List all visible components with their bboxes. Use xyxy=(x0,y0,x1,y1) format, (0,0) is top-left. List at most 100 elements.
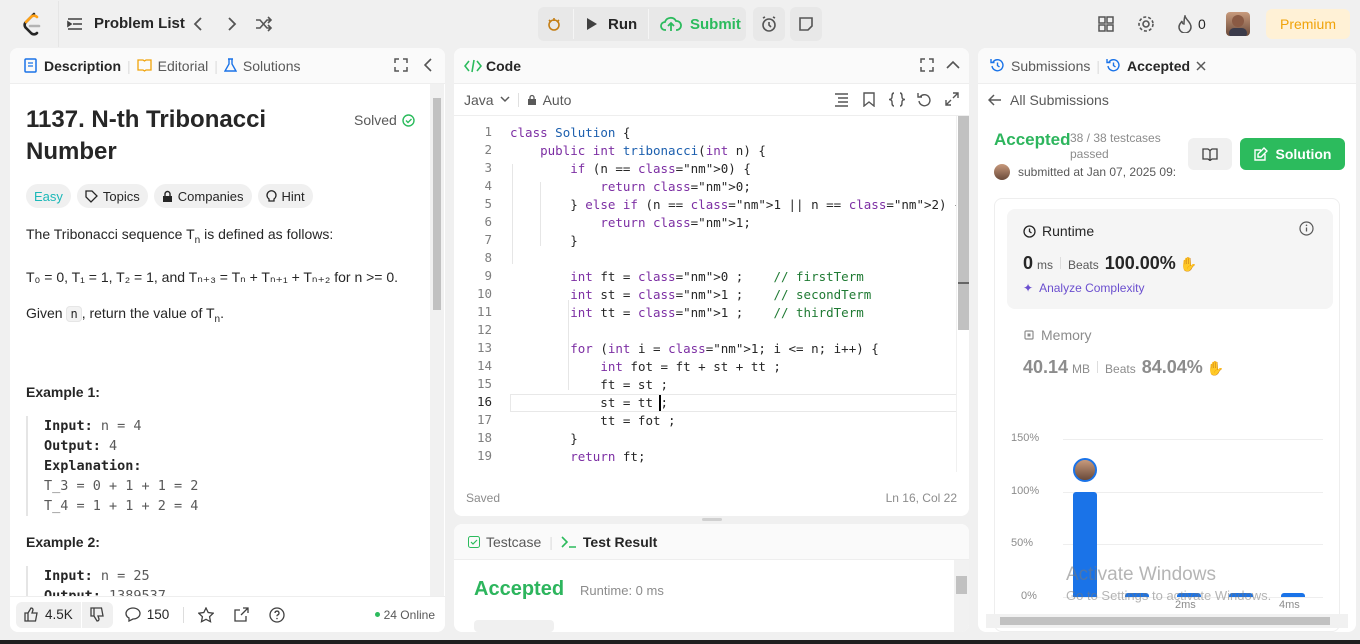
collapse-up-icon[interactable] xyxy=(946,60,960,69)
timer-icon[interactable] xyxy=(753,7,785,41)
code-line[interactable]: 6 return class="nm">1; xyxy=(454,214,954,232)
test-scrollbar[interactable] xyxy=(954,560,969,632)
tab-description[interactable]: Description xyxy=(24,58,121,74)
like-button[interactable]: 4.5K xyxy=(16,601,81,628)
help-icon[interactable] xyxy=(269,606,285,623)
share-icon[interactable] xyxy=(234,607,249,622)
code-line[interactable]: 19 return ft; xyxy=(454,448,954,466)
reset-icon[interactable] xyxy=(917,92,932,107)
collapse-left-icon[interactable] xyxy=(424,58,432,72)
editorial-book-button[interactable] xyxy=(1188,138,1232,170)
line-number: 3 xyxy=(484,160,492,175)
bookmark-icon[interactable] xyxy=(863,92,875,107)
comments-button[interactable]: 150 xyxy=(125,607,169,622)
code-line[interactable]: 4 return class="nm">0; xyxy=(454,178,954,196)
document-icon xyxy=(24,58,37,73)
run-label: Run xyxy=(608,15,638,33)
premium-button[interactable]: Premium xyxy=(1266,9,1350,39)
streak-flame-icon[interactable] xyxy=(1176,14,1194,34)
code-line[interactable]: 8 xyxy=(454,250,954,268)
resize-handle[interactable] xyxy=(702,518,722,521)
line-number: 15 xyxy=(476,376,492,391)
text-cursor xyxy=(659,395,661,411)
braces-icon[interactable] xyxy=(888,92,906,107)
tab-editorial[interactable]: Editorial xyxy=(137,58,208,74)
hint-tag[interactable]: Hint xyxy=(257,184,313,208)
code-line[interactable]: 10 int st = class="nm">1 ; // secondTerm xyxy=(454,286,954,304)
format-icon[interactable] xyxy=(834,93,849,107)
fullscreen-icon[interactable] xyxy=(945,92,959,106)
language-select[interactable]: Java xyxy=(464,92,510,108)
description-scrollbar[interactable] xyxy=(430,84,444,596)
line-number: 11 xyxy=(476,304,492,319)
layout-icon[interactable] xyxy=(1096,14,1116,34)
runtime-beats: 100.00% xyxy=(1104,253,1176,273)
avatar xyxy=(994,164,1010,180)
expand-icon[interactable] xyxy=(920,58,934,72)
watermark-subtitle: Go to Settings to activate Windows. xyxy=(1066,588,1272,603)
info-icon[interactable] xyxy=(1299,221,1314,236)
tab-testcase-label: Testcase xyxy=(486,533,542,550)
code-line[interactable]: 18 } xyxy=(454,430,954,448)
close-icon[interactable] xyxy=(1196,60,1206,71)
avatar[interactable] xyxy=(1226,12,1250,36)
leetcode-logo-icon[interactable] xyxy=(22,12,42,36)
code-tab-label[interactable]: Code xyxy=(486,58,521,74)
code-line[interactable]: 13 for (int i = class="nm">1; i <= n; i+… xyxy=(454,340,954,358)
back-to-submissions[interactable]: All Submissions xyxy=(988,92,1109,108)
tab-solutions[interactable]: Solutions xyxy=(223,58,300,74)
chevron-right-icon[interactable] xyxy=(224,14,240,34)
code-line[interactable]: 14 int fot = ft + st + tt ; xyxy=(454,358,954,376)
code-text: class Solution { xyxy=(510,125,631,140)
auto-mode[interactable]: Auto xyxy=(527,92,571,108)
code-line[interactable]: 2 public int tribonacci(int n) { xyxy=(454,142,954,160)
solution-button[interactable]: Solution xyxy=(1240,138,1345,170)
tribonacci-formula: T₀ = 0, T₁ = 1, T₂ = 1, and Tₙ₊₃ = Tₙ + … xyxy=(26,268,399,285)
tab-test-result[interactable]: Test Result xyxy=(561,534,657,550)
terminal-icon xyxy=(561,535,576,548)
distribution-bar[interactable] xyxy=(1281,593,1305,597)
topics-tag[interactable]: Topics xyxy=(76,184,148,208)
tab-submissions[interactable]: Submissions xyxy=(990,58,1090,74)
code-line[interactable]: 5 } else if (n == class="nm">1 || n == c… xyxy=(454,196,961,214)
code-editor[interactable]: 1 class Solution {2 public int tribonacci… xyxy=(454,116,969,472)
back-label: All Submissions xyxy=(1010,92,1109,108)
submit-button[interactable]: Submit xyxy=(652,9,744,39)
run-button[interactable]: Run xyxy=(578,9,646,39)
shuffle-icon[interactable] xyxy=(254,14,274,34)
star-icon[interactable] xyxy=(198,606,215,623)
example-1-block: Input: n = 4 Output: 4 Explanation: T_3 … xyxy=(26,415,421,516)
expand-icon[interactable] xyxy=(394,58,408,72)
code-line[interactable]: 17 tt = fot ; xyxy=(454,412,954,430)
code-line[interactable]: 9 int ft = class="nm">0 ; // firstTerm xyxy=(454,268,954,286)
code-line[interactable]: 11 int tt = class="nm">1 ; // thirdTerm xyxy=(454,304,954,322)
lock-icon xyxy=(527,94,536,105)
code-line[interactable]: 16 st = tt ; xyxy=(454,394,954,412)
notes-icon[interactable] xyxy=(790,7,822,41)
editor-scrollbar[interactable] xyxy=(956,116,969,472)
companies-tag[interactable]: Companies xyxy=(153,184,252,208)
memory-card[interactable]: Memory 40.14 MB Beats 84.04% ✋ xyxy=(1007,321,1333,391)
analyze-complexity-link[interactable]: ✦ Analyze Complexity xyxy=(1023,281,1144,295)
difficulty-tag[interactable]: Easy xyxy=(26,184,71,208)
code-line[interactable]: 12 xyxy=(454,322,954,340)
problem-list-link[interactable]: Problem List xyxy=(94,15,185,32)
memory-value: 40.14 xyxy=(1023,357,1069,377)
tab-testcase[interactable]: Testcase xyxy=(468,534,541,550)
code-line[interactable]: 1 class Solution { xyxy=(454,124,954,142)
code-line[interactable]: 15 ft = st ; xyxy=(454,376,954,394)
runtime-card[interactable]: Runtime 0 ms Beats 100.00% ✋ ✦ Analyze C… xyxy=(1007,209,1333,309)
thumbs-up-icon xyxy=(24,607,38,622)
settings-gear-icon[interactable] xyxy=(1136,14,1156,34)
code-line[interactable]: 7 } xyxy=(454,232,954,250)
problem-title-line-2: Number xyxy=(26,138,117,165)
check-circle-icon xyxy=(402,113,415,127)
code-line[interactable]: 3 if (n == class="nm">0) { xyxy=(454,160,954,178)
dislike-button[interactable] xyxy=(81,601,113,628)
tab-accepted[interactable]: Accepted xyxy=(1106,58,1206,74)
editor-statusbar: Saved Ln 16, Col 22 xyxy=(454,484,969,512)
debug-icon[interactable] xyxy=(544,14,564,34)
horizontal-scrollbar[interactable] xyxy=(986,614,1348,628)
problem-list-icon[interactable] xyxy=(67,16,83,32)
chevron-left-icon[interactable] xyxy=(190,14,206,34)
